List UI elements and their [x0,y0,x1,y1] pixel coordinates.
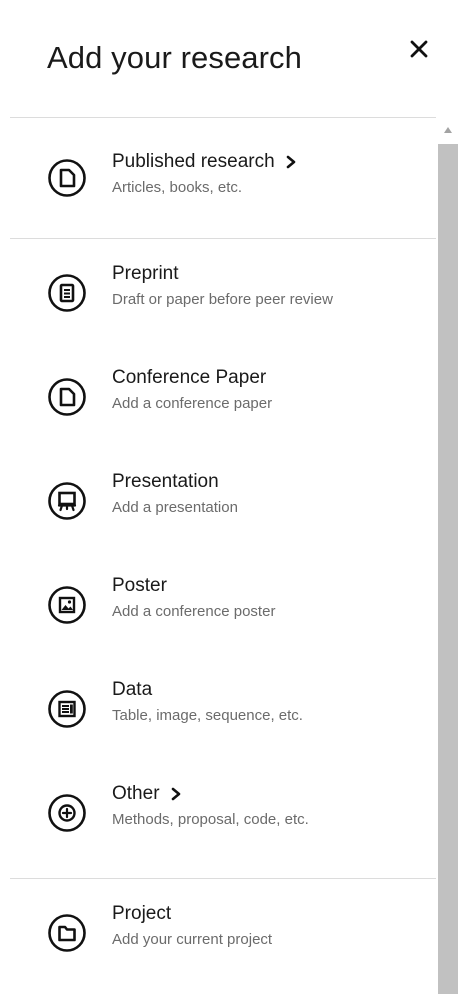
list-item-conference-paper[interactable]: Conference Paper Add a conference paper [0,352,436,442]
item-description: Add your current project [112,931,273,948]
scrollbar-thumb[interactable] [438,144,458,994]
add-research-panel: Add your research Published research Art… [0,0,460,994]
clipboard-icon [48,274,86,312]
section-divider [10,238,436,239]
page-title: Add your research [47,40,302,75]
chevron-right-icon [286,155,295,169]
item-description: Add a conference paper [112,395,273,412]
icon-badge [47,481,87,521]
item-label: Data [112,679,153,700]
icon-badge [47,689,87,729]
research-type-list[interactable]: Published research Articles, books, etc. [0,118,436,994]
icon-badge [47,158,87,198]
item-description: Add a presentation [112,499,238,516]
plus-circle-icon [48,794,86,832]
folder-icon [48,914,86,952]
chevron-right-icon [171,787,180,801]
item-label: Presentation [112,471,219,492]
data-list-icon [48,690,86,728]
close-button[interactable] [404,34,434,64]
list-item-presentation[interactable]: Presentation Add a presentation [0,456,436,546]
vertical-scrollbar[interactable] [437,118,459,994]
item-label: Preprint [112,263,179,284]
item-description: Methods, proposal, code, etc. [112,811,309,828]
item-description: Articles, books, etc. [112,179,243,196]
list-item-project[interactable]: Project Add your current project [0,888,436,978]
item-label: Other [112,782,309,806]
section-divider [10,878,436,879]
list-item-data[interactable]: Data Table, image, sequence, etc. [0,664,436,754]
item-label: Published research [112,150,297,174]
caret-up-icon [444,127,452,133]
icon-badge [47,273,87,313]
presentation-board-icon [48,482,86,520]
panel-header: Add your research [0,0,460,118]
close-icon [410,40,428,58]
icon-badge [47,585,87,625]
icon-badge [47,377,87,417]
document-icon [48,378,86,416]
item-label: Conference Paper [112,367,267,388]
scroll-up-button[interactable] [437,122,459,138]
item-description: Add a conference poster [112,603,276,620]
icon-badge [47,793,87,833]
list-item-other[interactable]: Other Methods, proposal, code, etc. [0,768,436,858]
image-icon [48,586,86,624]
document-icon [48,159,86,197]
item-label: Poster [112,575,167,596]
list-item-preprint[interactable]: Preprint Draft or paper before peer revi… [0,248,436,338]
icon-badge [47,913,87,953]
item-label: Project [112,903,172,924]
list-item-published-research[interactable]: Published research Articles, books, etc. [0,118,436,238]
item-description: Draft or paper before peer review [112,291,333,308]
item-description: Table, image, sequence, etc. [112,707,303,724]
list-item-poster[interactable]: Poster Add a conference poster [0,560,436,650]
